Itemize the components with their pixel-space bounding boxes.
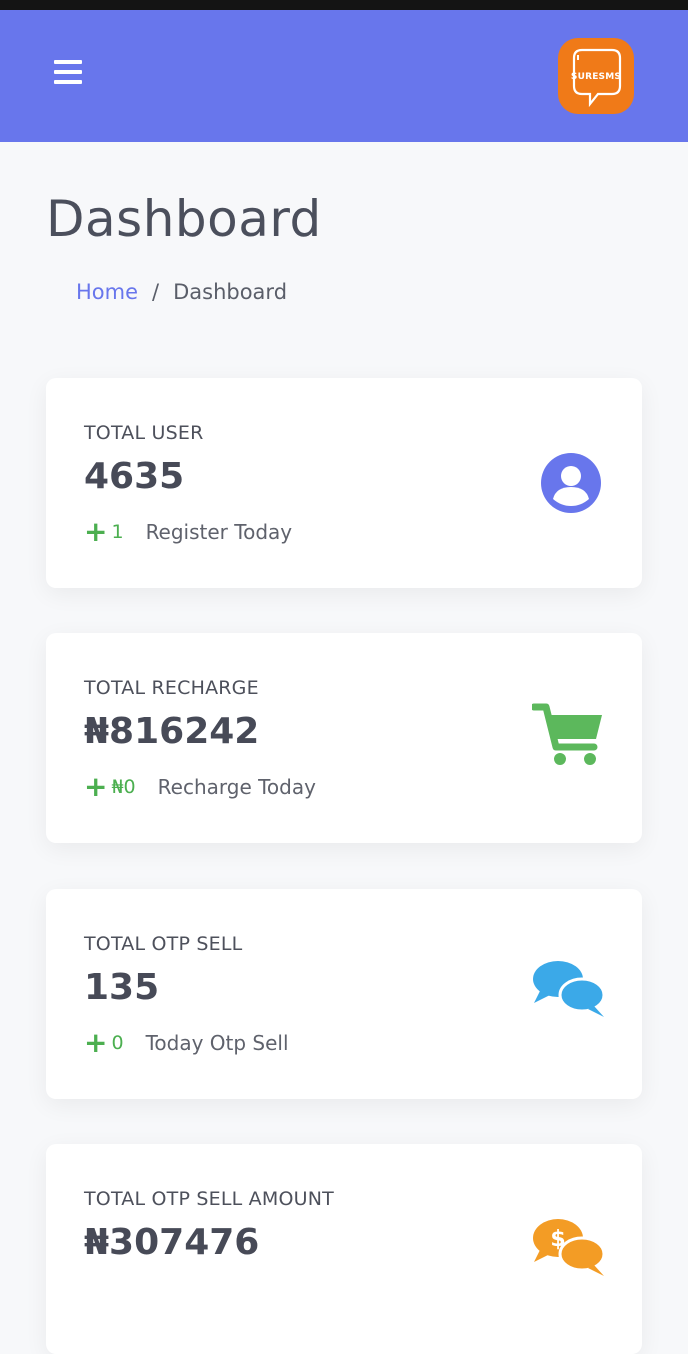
stat-card-total-otp-sell-amount: TOTAL OTP SELL AMOUNT ₦307476 $ [46, 1144, 642, 1354]
hamburger-menu-icon[interactable] [54, 60, 82, 84]
breadcrumb-home-link[interactable]: Home [76, 280, 138, 304]
card-foot-text: Recharge Today [157, 775, 316, 799]
brand-logo[interactable]: SURESMS [558, 38, 634, 114]
stat-card-total-otp-sell: TOTAL OTP SELL 135 + 0 Today Otp Sell [46, 889, 642, 1099]
chat-icon [533, 961, 606, 1017]
svg-text:$: $ [550, 1227, 565, 1252]
card-delta: 1 [111, 521, 124, 543]
status-bar [0, 0, 688, 10]
page-title: Dashboard [46, 190, 322, 248]
card-value: ₦816242 [84, 711, 260, 752]
card-footer: + ₦0 Recharge Today [84, 770, 316, 803]
plus-icon: + [84, 770, 108, 803]
card-label: TOTAL OTP SELL [84, 933, 243, 955]
top-navbar: SURESMS [0, 10, 688, 142]
breadcrumb-separator: / [152, 280, 160, 304]
money-chat-icon: $ [533, 1219, 606, 1276]
user-icon [541, 453, 601, 513]
card-value: ₦307476 [84, 1222, 260, 1263]
card-value: 4635 [84, 456, 185, 497]
card-delta: 0 [111, 1032, 124, 1054]
card-delta: ₦0 [111, 776, 136, 798]
card-foot-text: Today Otp Sell [145, 1031, 289, 1055]
card-label: TOTAL OTP SELL AMOUNT [84, 1188, 334, 1210]
stat-card-total-user: TOTAL USER 4635 + 1 Register Today [46, 378, 642, 588]
card-footer: + 0 Today Otp Sell [84, 1026, 289, 1059]
breadcrumb: Home / Dashboard [76, 280, 287, 304]
plus-icon: + [84, 515, 108, 548]
breadcrumb-current: Dashboard [173, 280, 288, 304]
card-footer: + 1 Register Today [84, 515, 293, 548]
plus-icon: + [84, 1026, 108, 1059]
card-label: TOTAL USER [84, 422, 204, 444]
card-value: 135 [84, 967, 160, 1008]
cart-icon [532, 703, 602, 765]
card-label: TOTAL RECHARGE [84, 677, 259, 699]
logo-text: SURESMS [570, 72, 622, 82]
stat-card-total-recharge: TOTAL RECHARGE ₦816242 + ₦0 Recharge Tod… [46, 633, 642, 843]
card-foot-text: Register Today [145, 520, 293, 544]
